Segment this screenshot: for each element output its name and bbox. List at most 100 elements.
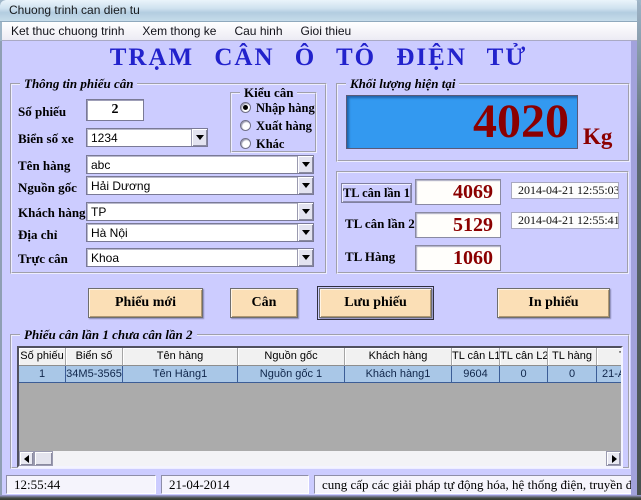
window-title: Chuong trinh can dien tu	[9, 3, 140, 17]
cell-bien-so: 34M5-3565	[66, 366, 123, 382]
column-header-bien-so[interactable]: Biển số	[66, 348, 123, 366]
tl-hang-value[interactable]: 1060	[415, 245, 501, 271]
can-button[interactable]: Cân	[230, 288, 298, 318]
menu-item-ket-thuc[interactable]: Ket thuc chuong trinh	[2, 22, 133, 41]
groupbox-current-weight-title: Khối lượng hiện tại	[346, 76, 459, 92]
table-row[interactable]: 1 34M5-3565 Tên Hàng1 Nguồn gốc 1 Khách …	[19, 366, 621, 383]
phieu-moi-button[interactable]: Phiếu mới	[88, 288, 203, 318]
chevron-down-icon	[302, 255, 310, 260]
truc-can-dropdown-button[interactable]	[297, 249, 313, 266]
nguon-goc-value: Hải Dương	[91, 179, 150, 193]
chevron-down-icon	[302, 162, 310, 167]
status-time: 12:55:44	[6, 475, 156, 494]
radio-khac-label: Khác	[256, 137, 284, 152]
radio-xuat-hang[interactable]	[240, 120, 251, 131]
tl-can-lan-2-value[interactable]: 5129	[415, 212, 501, 238]
khach-hang-value: TP	[91, 205, 106, 219]
column-header-ten-hang[interactable]: Tên hàng	[123, 348, 238, 366]
nguon-goc-label: Nguồn gốc	[18, 180, 77, 196]
cell-khach-hang: Khách hàng1	[345, 366, 452, 382]
window-right-edge	[637, 0, 641, 500]
khach-hang-label: Khách hàng	[18, 205, 86, 221]
dia-chi-value: Hà Nội	[91, 226, 128, 240]
in-phieu-button[interactable]: In phiếu	[497, 288, 610, 318]
column-header-tl-can-l1[interactable]: TL cân L1	[452, 348, 500, 366]
radio-xuat-hang-label: Xuất hàng	[256, 119, 312, 134]
column-header-tl-hang[interactable]: TL hàng	[548, 348, 597, 366]
cell-tl-can-l2: 0	[500, 366, 548, 382]
weight-unit: Kg	[583, 124, 612, 150]
nguon-goc-dropdown-button[interactable]	[297, 177, 313, 194]
weight-display: 4020	[346, 95, 578, 149]
pending-tickets-table: Số phiếu Biển số Tên hàng Nguồn gốc Khác…	[17, 346, 623, 468]
column-header-nguon-goc[interactable]: Nguồn gốc	[238, 348, 345, 366]
bien-so-xe-value: 1234	[91, 131, 118, 145]
ten-hang-label: Tên hàng	[18, 158, 70, 174]
groupbox-kieu-can-title: Kiểu cân	[240, 85, 297, 101]
status-message: cung cấp các giải pháp tự động hóa, hệ t…	[314, 475, 636, 494]
dia-chi-combobox[interactable]: Hà Nội	[86, 223, 314, 242]
horizontal-scrollbar[interactable]	[19, 451, 621, 466]
title-bar[interactable]: Chuong trinh can dien tu	[0, 0, 641, 22]
tl-can-lan-2-time: 2014-04-21 12:55:41	[511, 212, 619, 229]
so-phieu-label: Số phiếu	[18, 104, 66, 120]
chevron-down-icon	[302, 230, 310, 235]
app-window: Chuong trinh can dien tu Ket thuc chuong…	[0, 0, 641, 500]
status-date: 21-04-2014	[161, 475, 309, 494]
khach-hang-combobox[interactable]: TP	[86, 202, 314, 221]
scrollbar-thumb[interactable]	[34, 451, 53, 466]
dia-chi-dropdown-button[interactable]	[297, 224, 313, 241]
table-empty-area	[19, 383, 621, 451]
so-phieu-input[interactable]: 2	[86, 99, 144, 121]
cell-tl-can-l1: 9604	[452, 366, 500, 382]
cell-tl-hang: 0	[548, 366, 597, 382]
bien-so-xe-label: Biển số xe	[18, 131, 74, 147]
menu-item-gioi-thieu[interactable]: Gioi thieu	[292, 22, 361, 41]
nguon-goc-combobox[interactable]: Hải Dương	[86, 176, 314, 195]
truc-can-label: Trực cân	[18, 251, 68, 267]
dia-chi-label: Địa chỉ	[18, 227, 57, 243]
cell-ten-hang: Tên Hàng1	[123, 366, 238, 382]
page-title: TRẠM CÂN Ô TÔ ĐIỆN TỬ	[0, 44, 637, 72]
bien-so-xe-combobox[interactable]: 1234	[86, 128, 208, 147]
chevron-down-icon	[302, 209, 310, 214]
tl-can-lan-1-button[interactable]: TL cân lần 1	[341, 183, 412, 203]
weight-value: 4020	[347, 96, 577, 148]
tl-can-lan-1-time: 2014-04-21 12:55:03	[511, 182, 619, 199]
window-left-edge	[0, 41, 2, 500]
khach-hang-dropdown-button[interactable]	[297, 203, 313, 220]
column-header-tg[interactable]: TG	[597, 348, 621, 366]
cell-nguon-goc: Nguồn gốc 1	[238, 366, 345, 382]
radio-nhap-hang[interactable]	[240, 102, 251, 113]
column-header-so-phieu[interactable]: Số phiếu	[19, 348, 66, 366]
chevron-down-icon	[302, 183, 310, 188]
luu-phieu-button[interactable]: Lưu phiếu	[319, 288, 432, 318]
window-bottom-edge	[0, 495, 641, 500]
truc-can-combobox[interactable]: Khoa	[86, 248, 314, 267]
truc-can-value: Khoa	[91, 251, 119, 265]
column-header-tl-can-l2[interactable]: TL cân L2	[500, 348, 548, 366]
table-header-row: Số phiếu Biển số Tên hàng Nguồn gốc Khác…	[19, 348, 621, 366]
menu-item-xem-thong-ke[interactable]: Xem thong ke	[133, 22, 225, 41]
bien-so-xe-dropdown-button[interactable]	[191, 129, 207, 146]
radio-nhap-hang-label: Nhập hàng	[256, 101, 315, 116]
arrow-right-icon	[612, 455, 617, 463]
cell-so-phieu: 1	[19, 366, 66, 382]
chevron-down-icon	[196, 135, 204, 140]
ten-hang-combobox[interactable]: abc	[86, 155, 314, 174]
ten-hang-value: abc	[91, 158, 110, 172]
scroll-right-button[interactable]	[606, 451, 621, 466]
radio-khac[interactable]	[240, 138, 251, 149]
scroll-left-button[interactable]	[19, 451, 34, 466]
arrow-left-icon	[24, 455, 29, 463]
column-header-khach-hang[interactable]: Khách hàng	[345, 348, 452, 366]
cell-tg: 21-Apr-14	[597, 366, 621, 382]
ten-hang-dropdown-button[interactable]	[297, 156, 313, 173]
menu-bar: Ket thuc chuong trinh Xem thong ke Cau h…	[2, 22, 639, 41]
groupbox-pending-tickets-title: Phiếu cân lần 1 chưa cân lần 2	[20, 327, 197, 343]
tl-can-lan-1-value[interactable]: 4069	[415, 179, 501, 205]
groupbox-ticket-info-title: Thông tin phiếu cân	[20, 76, 137, 92]
tl-hang-label: TL Hàng	[345, 249, 395, 265]
menu-item-cau-hinh[interactable]: Cau hinh	[225, 22, 291, 41]
status-bar: 12:55:44 21-04-2014 cung cấp các giải ph…	[2, 474, 637, 495]
